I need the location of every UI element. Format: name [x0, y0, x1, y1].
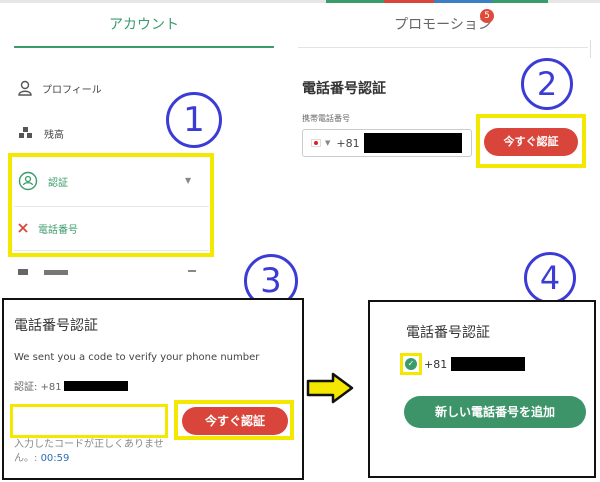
code-sent-message: We sent you a code to verify your phone … [14, 352, 260, 363]
code-panel-title: 電話番号認証 [14, 318, 98, 334]
color-strip-green-2 [492, 0, 548, 3]
color-strip-blue [434, 0, 492, 3]
verify-code-button[interactable]: 今すぐ認証 [182, 407, 288, 435]
verified-country-code: +81 [424, 357, 448, 371]
redacted-phone-number [363, 133, 462, 153]
add-new-phone-button[interactable]: 新しい電話番号を追加 [404, 396, 586, 428]
code-target-row: 認証: +81 [14, 378, 128, 393]
annotation-step-2: 2 [521, 58, 573, 110]
section-title: 電話番号認証 [302, 81, 386, 97]
tab-promotion-underline [298, 47, 588, 48]
redacted-phone-number [451, 357, 526, 371]
chevron-down-icon[interactable]: ▼ [325, 139, 330, 147]
verify-now-button[interactable]: 今すぐ認証 [484, 128, 578, 156]
highlight-frame-check: ✓ [400, 353, 422, 375]
redacted-phone-number [63, 380, 128, 391]
country-code: +81 [336, 136, 360, 150]
color-strip-green [326, 0, 384, 3]
arrow-right-icon [306, 372, 354, 404]
tab-account[interactable]: アカウント [14, 6, 274, 46]
annotation-step-1: 1 [166, 92, 222, 148]
coins-icon [18, 126, 34, 140]
verified-phone-row: ✓ +81 [400, 352, 526, 376]
resend-timer: 00:59 [40, 453, 70, 464]
sidebar-item-profile[interactable]: プロフィール [18, 73, 102, 103]
user-icon [18, 80, 32, 96]
code-error-message: 入力したコードが正しくありません。: 00:59 [14, 438, 174, 466]
color-strip-red [384, 0, 434, 3]
tab-account-underline [14, 46, 274, 48]
sidebar-item-label: 残高 [44, 129, 64, 141]
japan-flag-icon [311, 139, 321, 147]
annotation-step-4: 4 [524, 252, 576, 304]
sidebar-item-balance[interactable]: 残高 [18, 118, 64, 148]
phone-field-label: 携帯電話番号 [302, 114, 350, 123]
code-target-label: 認証: +81 [14, 382, 62, 393]
sidebar-item-partial [18, 262, 208, 275]
tab-promotion[interactable]: プロモーション [298, 6, 588, 46]
error-text: 入力したコードが正しくありません。: [14, 439, 164, 464]
highlight-frame-verification [8, 153, 214, 257]
verification-code-input[interactable] [10, 404, 168, 438]
promotion-badge: 5 [480, 9, 494, 23]
phone-number-field[interactable]: ▼ +81 [302, 129, 472, 157]
tab-edge-divider [590, 40, 591, 58]
check-icon: ✓ [405, 358, 417, 370]
sidebar-item-label: プロフィール [42, 84, 102, 96]
verified-panel-title: 電話番号認証 [406, 325, 490, 341]
